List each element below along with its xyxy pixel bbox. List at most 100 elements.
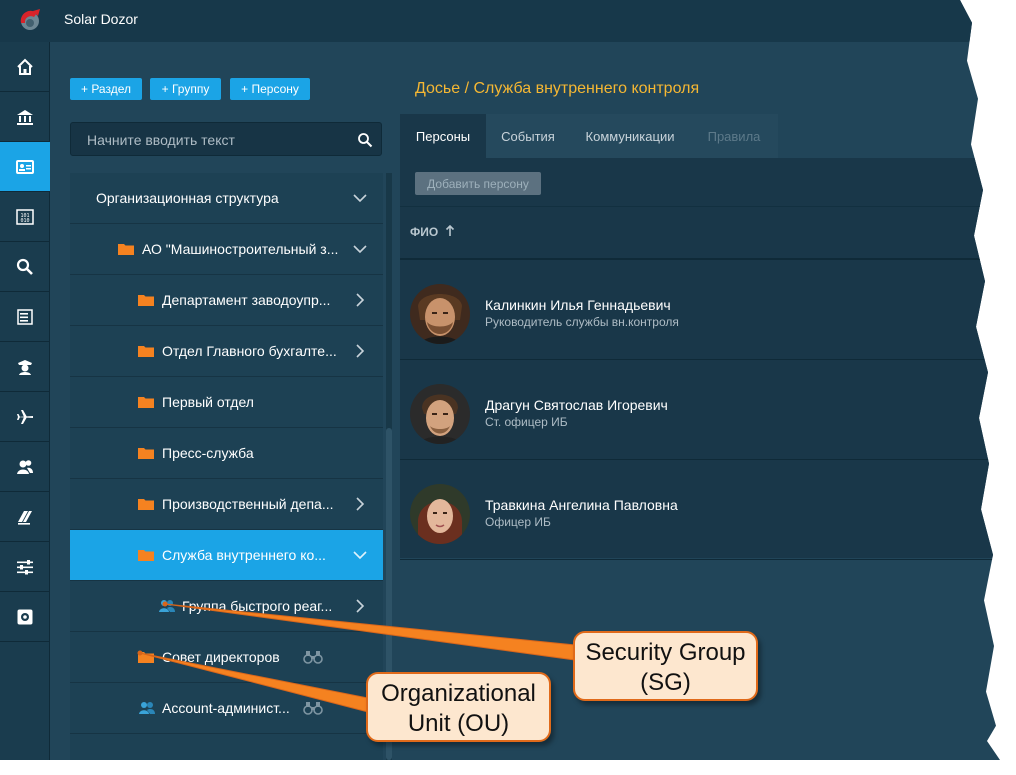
main-navigation: 101 010 bbox=[0, 42, 50, 760]
settings-icon bbox=[17, 609, 33, 624]
fio-header-label: ФИО bbox=[410, 225, 439, 239]
search-placeholder: Начните вводить текст bbox=[87, 132, 235, 148]
nav-sliders[interactable] bbox=[0, 542, 50, 592]
chevron-down-icon[interactable] bbox=[351, 240, 369, 258]
organizational-unit-callout: Organizational Unit (OU) bbox=[366, 672, 551, 742]
tab-events[interactable]: События bbox=[486, 114, 570, 158]
tree-item-label: Совет директоров bbox=[162, 649, 280, 665]
org-tree: Организационная структура АО "Машиностро… bbox=[70, 173, 383, 760]
home-icon bbox=[17, 58, 33, 75]
tree-item-organizational-unit[interactable]: Совет директоров bbox=[70, 632, 383, 683]
person-name: Травкина Ангелина Павловна bbox=[485, 497, 678, 513]
tree-item-org-structure[interactable]: Организационная структура bbox=[70, 173, 383, 224]
nav-bank[interactable] bbox=[0, 92, 50, 142]
folder-icon bbox=[138, 448, 154, 459]
tree-item-label: Отдел Главного бухгалте... bbox=[162, 343, 337, 359]
tree-item[interactable]: Производственный депа... bbox=[70, 479, 383, 530]
tree-item-security-group[interactable]: Группа быстрого реаг... bbox=[70, 581, 383, 632]
nav-users[interactable] bbox=[0, 442, 50, 492]
avatar bbox=[410, 484, 470, 544]
tab-rules: Правила bbox=[707, 128, 761, 144]
breadcrumb: Досье / Служба внутреннего контроля bbox=[415, 80, 700, 97]
plane-icon bbox=[17, 409, 33, 424]
search-icon[interactable] bbox=[357, 132, 373, 148]
callout-line: Unit (OU) bbox=[407, 710, 510, 737]
chevron-right-icon[interactable] bbox=[351, 342, 369, 360]
chevron-right-icon[interactable] bbox=[351, 597, 369, 615]
chevron-down-icon[interactable] bbox=[351, 189, 369, 207]
add-section-button[interactable]: + Раздел bbox=[70, 78, 142, 100]
person-role: Руководитель службы вн.контроля bbox=[485, 315, 679, 329]
nav-plane[interactable] bbox=[0, 392, 50, 442]
nav-home[interactable] bbox=[0, 42, 50, 92]
top-bar: Solar Dozor bbox=[0, 0, 1000, 42]
nav-police[interactable] bbox=[0, 342, 50, 392]
tree-item-label: Account-админист... bbox=[162, 700, 290, 716]
dossier-icon bbox=[16, 159, 34, 174]
tree-item[interactable]: Первый отдел bbox=[70, 377, 383, 428]
group-icon bbox=[159, 600, 175, 612]
add-person-disabled-button: Добавить персону bbox=[415, 172, 541, 195]
nav-settings[interactable] bbox=[0, 592, 50, 642]
tab-bar: Персоны События Коммуникации Правила bbox=[400, 114, 778, 158]
tree-item-label: Группа быстрого реаг... bbox=[182, 598, 333, 614]
person-name: Драгун Святослав Игоревич bbox=[485, 397, 668, 413]
folder-icon bbox=[138, 499, 154, 510]
callout-line: (SG) bbox=[640, 669, 691, 696]
person-role: Офицер ИБ bbox=[485, 515, 551, 529]
tree-item-selected[interactable]: Служба внутреннего ко... bbox=[70, 530, 383, 581]
tree-item[interactable]: Отдел Главного бухгалте... bbox=[70, 326, 383, 377]
group-icon bbox=[139, 702, 155, 714]
nav-binary[interactable]: 101 010 bbox=[0, 192, 50, 242]
tree-item-label: АО "Машиностроительный з... bbox=[142, 241, 339, 257]
search-icon bbox=[16, 258, 33, 275]
svg-text:010: 010 bbox=[20, 218, 29, 224]
divider bbox=[400, 206, 1000, 207]
sliders-icon bbox=[17, 559, 33, 574]
folder-icon bbox=[138, 550, 154, 561]
callout-line: Security Group bbox=[585, 639, 746, 666]
folder-icon bbox=[138, 652, 154, 663]
tree-item-label: Первый отдел bbox=[162, 394, 254, 410]
app-window: Solar Dozor 101 010 + Раздел + Группу + … bbox=[0, 0, 1000, 760]
person-row[interactable]: Калинкин Илья Геннадьевич Руководитель с… bbox=[400, 260, 1000, 360]
fio-column-header[interactable]: ФИО bbox=[410, 224, 455, 239]
tab-persons[interactable]: Персоны bbox=[400, 114, 486, 158]
avatar bbox=[410, 284, 470, 344]
bank-icon bbox=[17, 109, 33, 125]
books-icon bbox=[18, 510, 32, 525]
tree-item-label: Организационная структура bbox=[96, 190, 279, 206]
callout-line: Organizational bbox=[381, 680, 536, 707]
sort-up-arrow-icon bbox=[445, 224, 454, 236]
tree-item-label: Пресс-служба bbox=[162, 445, 254, 461]
binoculars-icon[interactable] bbox=[303, 700, 323, 716]
search-input[interactable]: Начните вводить текст bbox=[70, 122, 382, 156]
nav-books[interactable] bbox=[0, 492, 50, 542]
folder-icon bbox=[138, 295, 154, 306]
add-person-button[interactable]: + Персону bbox=[230, 78, 310, 100]
binoculars-icon[interactable] bbox=[303, 649, 323, 665]
folder-icon bbox=[118, 244, 134, 255]
nav-dossier[interactable] bbox=[0, 142, 50, 192]
tree-item[interactable]: АО "Машиностроительный з... bbox=[70, 224, 383, 275]
person-row[interactable]: Драгун Святослав Игоревич Ст. офицер ИБ bbox=[400, 360, 1000, 460]
chevron-down-icon[interactable] bbox=[351, 546, 369, 564]
tree-item[interactable]: Account-админист... bbox=[70, 683, 383, 734]
person-row[interactable]: Травкина Ангелина Павловна Офицер ИБ bbox=[400, 460, 1000, 560]
binary-icon: 101010 bbox=[16, 208, 34, 225]
nav-list[interactable] bbox=[0, 292, 50, 342]
list-icon bbox=[17, 308, 33, 325]
app-title: Solar Dozor bbox=[64, 11, 138, 27]
tree-item-label: Департамент заводоупр... bbox=[162, 292, 331, 308]
tree-item-label: Производственный депа... bbox=[162, 496, 334, 512]
person-name: Калинкин Илья Геннадьевич bbox=[485, 297, 671, 313]
tree-item[interactable]: Департамент заводоупр... bbox=[70, 275, 383, 326]
add-group-button[interactable]: + Группу bbox=[150, 78, 221, 100]
tab-communications[interactable]: Коммуникации bbox=[570, 114, 690, 158]
tree-item[interactable]: Пресс-служба bbox=[70, 428, 383, 479]
chevron-right-icon[interactable] bbox=[351, 291, 369, 309]
chevron-right-icon[interactable] bbox=[351, 495, 369, 513]
folder-icon bbox=[138, 397, 154, 408]
users-icon bbox=[17, 459, 33, 474]
nav-search[interactable] bbox=[0, 242, 50, 292]
